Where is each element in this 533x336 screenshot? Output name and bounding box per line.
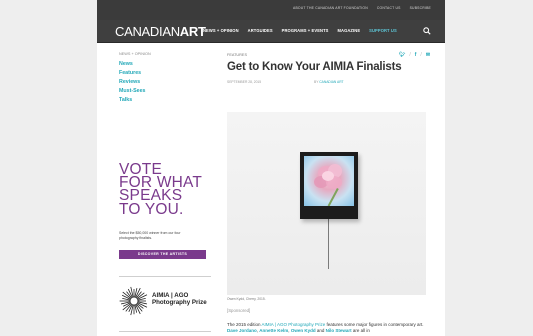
byline-author[interactable]: CANADIAN ART bbox=[319, 80, 343, 84]
artist-link[interactable]: Nilo Stewart bbox=[326, 328, 352, 333]
main-header: CANADIANART NEWS + OPINION ARTGUIDES PRO… bbox=[97, 20, 445, 43]
article-title: Get to Know Your AIMIA Finalists bbox=[227, 61, 402, 73]
byline-prefix: BY bbox=[314, 80, 319, 84]
ad-headline-line: TO YOU. bbox=[119, 200, 184, 218]
search-icon[interactable] bbox=[423, 27, 431, 35]
lightbox-frame bbox=[300, 152, 358, 219]
sidebar-item-must-sees[interactable]: Must-Sees bbox=[119, 88, 146, 94]
body-text: are all in bbox=[351, 327, 370, 333]
sidebar-item-features[interactable]: Features bbox=[119, 70, 146, 76]
article-byline: BY CANADIAN ART bbox=[314, 80, 344, 84]
ad-divider bbox=[119, 276, 211, 277]
body-text: The 2015 edition bbox=[227, 322, 262, 327]
share-separator: / bbox=[409, 52, 411, 58]
share-bar: 🐦︎ / f / ✉︎ bbox=[399, 52, 430, 58]
utility-link-contact[interactable]: CONTACT US bbox=[377, 6, 401, 10]
prize-line-2: Photography Prize bbox=[152, 298, 207, 306]
nav-magazine[interactable]: MAGAZINE bbox=[338, 28, 361, 33]
nav-news-opinion[interactable]: NEWS + OPINION bbox=[203, 28, 239, 33]
sidebar-item-reviews[interactable]: Reviews bbox=[119, 79, 146, 85]
twitter-icon[interactable]: 🐦︎ bbox=[399, 52, 405, 58]
aimia-prize-logo-text[interactable]: AIMIA | AGO Photography Prize bbox=[152, 292, 207, 307]
ad-headline[interactable]: VOTE FOR WHAT SPEAKS TO YOU. bbox=[119, 162, 213, 218]
article-date: SEPTEMBER 28, 2015 bbox=[227, 80, 262, 84]
facebook-icon[interactable]: f bbox=[415, 52, 417, 58]
email-icon[interactable]: ✉︎ bbox=[426, 52, 430, 58]
artist-link[interactable]: Annette Kelm bbox=[259, 328, 288, 333]
site-frame: ABOUT THE CANADIAN ART FOUNDATION CONTAC… bbox=[97, 0, 445, 336]
aimia-starburst-icon bbox=[119, 286, 148, 316]
ad-divider-bottom bbox=[119, 331, 211, 332]
cherry-blossom-photo bbox=[304, 156, 354, 206]
nav-artguides[interactable]: ARTGUIDES bbox=[248, 28, 273, 33]
sponsored-label: [Sponsored] bbox=[227, 308, 251, 313]
logo-part-1: CANADIAN bbox=[115, 24, 180, 39]
prize-link[interactable]: AIMIA | AGO Photography Prize bbox=[262, 322, 326, 327]
artist-link[interactable]: Owen Kydd bbox=[291, 328, 316, 333]
main-nav: NEWS + OPINION ARTGUIDES PROGRAMS + EVEN… bbox=[203, 28, 397, 33]
utility-links: ABOUT THE CANADIAN ART FOUNDATION CONTAC… bbox=[293, 6, 431, 10]
artist-link[interactable]: Dave Jordano bbox=[227, 328, 257, 333]
sidebar-breadcrumb[interactable]: NEWS + OPINION bbox=[119, 52, 151, 56]
nav-support-us[interactable]: SUPPORT US bbox=[369, 28, 397, 33]
logo-part-2: ART bbox=[179, 24, 206, 39]
article-body: The 2015 edition AIMIA | AGO Photography… bbox=[227, 322, 427, 333]
sidebar-item-talks[interactable]: Talks bbox=[119, 97, 146, 103]
body-separator: and bbox=[315, 327, 326, 333]
body-text: features some major figures in bbox=[325, 322, 388, 327]
image-caption: Owen Kydd, Cherry, 2015. bbox=[227, 297, 266, 301]
nav-programs-events[interactable]: PROGRAMS + EVENTS bbox=[282, 28, 329, 33]
sidebar-item-news[interactable]: News bbox=[119, 61, 146, 67]
share-separator: / bbox=[420, 52, 422, 58]
body-text: contemporary art. bbox=[388, 322, 424, 327]
discover-artists-button[interactable]: DISCOVER THE ARTISTS bbox=[119, 250, 206, 259]
utility-link-about[interactable]: ABOUT THE CANADIAN ART FOUNDATION bbox=[293, 6, 368, 10]
hero-image bbox=[227, 112, 426, 295]
article-section[interactable]: FEATURES bbox=[227, 53, 247, 57]
site-logo[interactable]: CANADIANART bbox=[115, 25, 206, 38]
sidebar-nav: News Features Reviews Must-Sees Talks bbox=[119, 61, 146, 103]
utility-link-subscribe[interactable]: SUBSCRIBE bbox=[410, 6, 431, 10]
ad-description: Select the $50,000 winner from our four … bbox=[119, 231, 181, 240]
hero-cable bbox=[328, 219, 329, 269]
page: ABOUT THE CANADIAN ART FOUNDATION CONTAC… bbox=[0, 0, 533, 336]
utility-bar: ABOUT THE CANADIAN ART FOUNDATION CONTAC… bbox=[97, 0, 445, 20]
